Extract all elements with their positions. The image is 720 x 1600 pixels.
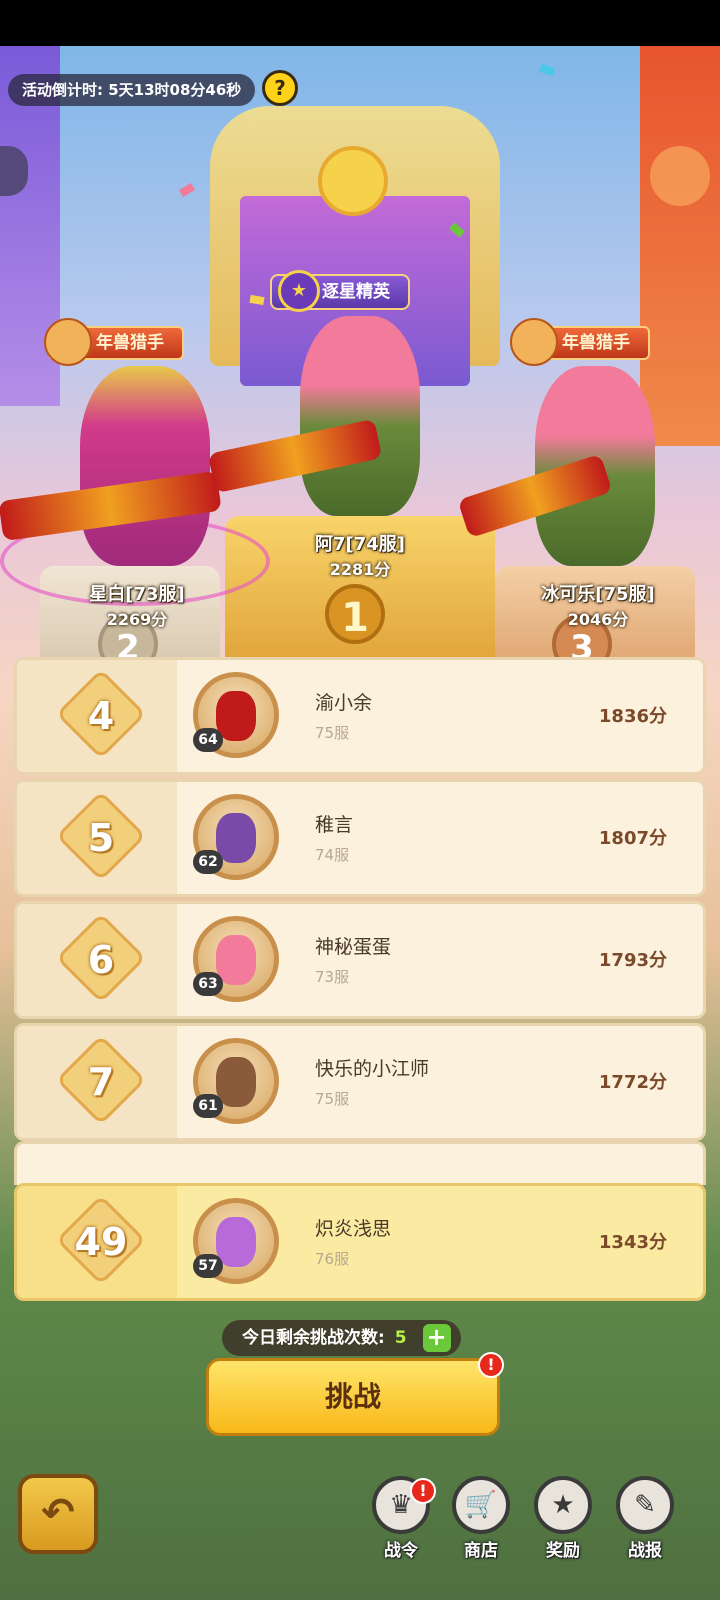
player-server: 75服	[315, 724, 350, 742]
confetti-icon	[178, 183, 196, 197]
rank-one-emblem: 1	[325, 584, 385, 644]
character-second[interactable]	[80, 366, 210, 566]
nav-label: 奖励	[546, 1541, 580, 1561]
podium-third-score: 2046分	[567, 610, 629, 629]
confetti-icon	[539, 63, 555, 77]
podium-first-name: 阿7[74服]	[314, 534, 406, 555]
nav-label: 战报	[628, 1541, 662, 1561]
player-score: 1836分	[598, 706, 667, 727]
level-badge: 61	[193, 1094, 223, 1118]
title-tag-label: 逐星精英	[322, 282, 390, 302]
remaining-count: 5	[394, 1328, 407, 1348]
title-tag-third: 年兽猎手	[510, 318, 650, 366]
alert-icon: !	[410, 1478, 436, 1504]
lion-head-icon	[44, 318, 92, 366]
podium-second-name: 星白[73服]	[89, 584, 185, 605]
player-server: 76服	[315, 1250, 350, 1268]
sun-icon	[650, 146, 710, 206]
player-name: 渝小余	[315, 692, 373, 714]
add-challenges-button[interactable]: +	[422, 1324, 451, 1352]
right-banner	[640, 46, 720, 446]
alert-icon: !	[478, 1352, 504, 1378]
challenge-button[interactable]: 挑战	[206, 1358, 500, 1436]
ranking-row[interactable]: 4 64 渝小余 75服 1836分	[14, 657, 706, 775]
remaining-challenges: 今日剩余挑战次数: 5 +	[222, 1320, 461, 1356]
nav-rewards[interactable]: ★ 奖励	[526, 1476, 600, 1568]
player-score: 1772分	[598, 1072, 667, 1093]
avatar-face	[216, 1057, 256, 1107]
player-name: 神秘蛋蛋	[315, 936, 392, 958]
player-name: 稚言	[315, 814, 354, 836]
podium-third-name: 冰可乐[75服]	[541, 584, 655, 605]
player-name: 炽炎浅思	[315, 1218, 392, 1240]
avatar-face	[216, 935, 256, 985]
player-score: 1807分	[598, 828, 667, 849]
rank-number: 49	[74, 1220, 128, 1264]
rank-number: 7	[87, 1060, 115, 1104]
lion-head-icon	[510, 318, 558, 366]
nav-shop[interactable]: 🛒 商店	[444, 1476, 518, 1568]
ranking-row-partial[interactable]	[14, 1141, 706, 1185]
podium-second-score: 2269分	[106, 610, 168, 629]
level-badge: 64	[193, 728, 223, 752]
avatar-face	[216, 813, 256, 863]
title-tag-second: 年兽猎手	[44, 318, 184, 366]
player-name: 快乐的小江师	[315, 1058, 430, 1080]
avatar-face	[216, 691, 256, 741]
level-badge: 57	[193, 1254, 223, 1278]
ranking-row[interactable]: 7 61 快乐的小江师 75服 1772分	[14, 1023, 706, 1141]
basket-icon: 🛒	[452, 1476, 510, 1534]
player-score: 1793分	[598, 950, 667, 971]
ranking-row[interactable]: 5 62 稚言 74服 1807分	[14, 779, 706, 897]
remaining-label: 今日剩余挑战次数:	[242, 1328, 385, 1348]
level-badge: 63	[193, 972, 223, 996]
rank-number: 4	[87, 694, 115, 738]
player-server: 75服	[315, 1090, 350, 1108]
title-tag-label: 年兽猎手	[562, 333, 630, 353]
help-button[interactable]: ?	[262, 70, 298, 106]
notepad-icon: ✎	[616, 1476, 674, 1534]
player-server: 73服	[315, 968, 350, 986]
star-emblem-icon	[318, 146, 388, 216]
ranking-row[interactable]: 6 63 神秘蛋蛋 73服 1793分	[14, 901, 706, 1019]
nav-battle-report[interactable]: ✎ 战报	[608, 1476, 682, 1568]
title-tag-label: 年兽猎手	[96, 333, 164, 353]
my-ranking-row[interactable]: 49 57 炽炎浅思 76服 1343分	[14, 1183, 706, 1301]
nav-label: 战令	[384, 1541, 418, 1561]
character-first[interactable]	[300, 316, 420, 516]
podium-first-score: 2281分	[329, 560, 391, 579]
rank-number: 5	[87, 816, 115, 860]
nav-label: 商店	[464, 1541, 498, 1561]
title-tag-first: ★ 逐星精英	[270, 270, 410, 312]
avatar-face	[216, 1217, 256, 1267]
event-countdown: 活动倒计时: 5天13时08分46秒	[8, 74, 256, 106]
rank-number: 6	[87, 938, 115, 982]
back-button[interactable]: ↶	[18, 1474, 98, 1554]
level-badge: 62	[193, 850, 223, 874]
player-score: 1343分	[598, 1232, 667, 1253]
star-badge-icon: ★	[278, 270, 320, 312]
star-shield-icon: ★	[534, 1476, 592, 1534]
player-server: 74服	[315, 846, 350, 864]
